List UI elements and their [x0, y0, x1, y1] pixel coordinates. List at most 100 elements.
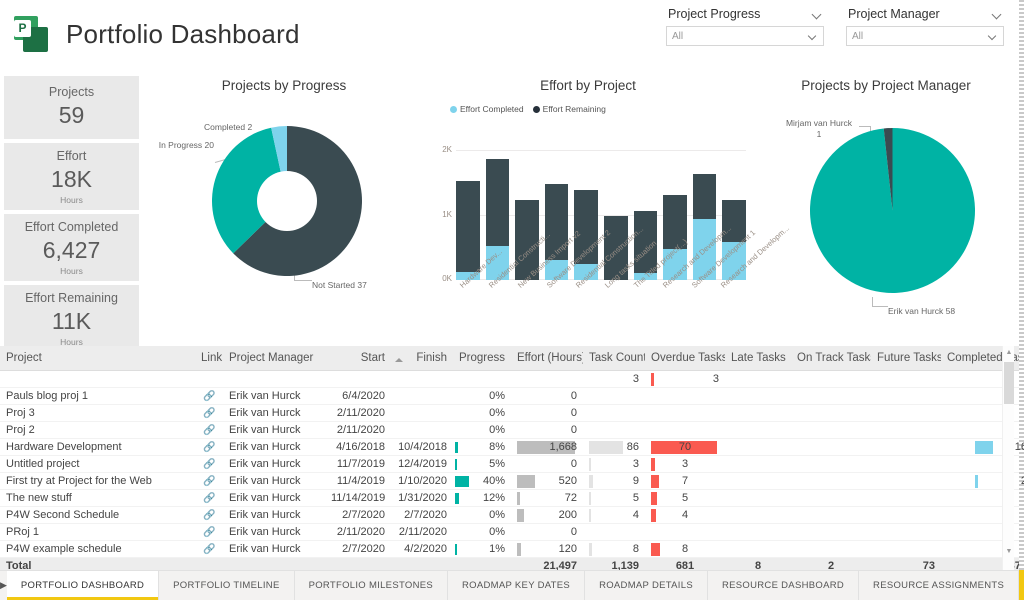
- slicer-project-manager-dropdown[interactable]: All: [846, 26, 1004, 46]
- cell-project-manager: Erik van Hurck: [223, 472, 325, 489]
- bar-segment-effort-remaining[interactable]: [693, 174, 717, 219]
- table-row[interactable]: P4W example schedule🔗Erik van Hurck2/7/2…: [0, 540, 1024, 557]
- column-header-link[interactable]: Link: [195, 346, 223, 370]
- chart-projects-by-project-manager[interactable]: Projects by Project Manager Mirjam van H…: [752, 78, 1020, 340]
- column-header-start[interactable]: Start: [325, 346, 391, 370]
- slicer-project-progress-dropdown[interactable]: All: [666, 26, 824, 46]
- kpi-card-effort-completed[interactable]: Effort Completed 6,427 Hours: [4, 214, 139, 281]
- page-scrollbar[interactable]: [1019, 0, 1024, 600]
- link-icon[interactable]: 🔗: [203, 392, 215, 401]
- tab-portfolio-milestones[interactable]: PORTFOLIO MILESTONES: [295, 571, 448, 600]
- table-row[interactable]: Hardware Development🔗Erik van Hurck4/16/…: [0, 438, 1024, 455]
- link-icon[interactable]: 🔗: [203, 511, 215, 520]
- column-header-finish[interactable]: Finish: [391, 346, 453, 370]
- link-icon[interactable]: 🔗: [203, 460, 215, 469]
- donut-ring[interactable]: [212, 126, 362, 276]
- tab-resource-dashboard[interactable]: RESOURCE DASHBOARD: [708, 571, 859, 600]
- column-header-project-manager[interactable]: Project Manager: [223, 346, 325, 370]
- table-row[interactable]: Proj 2🔗Erik van Hurck2/11/20200%0: [0, 421, 1024, 438]
- link-icon[interactable]: 🔗: [203, 443, 215, 452]
- tab-scroll-right-icon[interactable]: ▶: [0, 571, 7, 600]
- column-header-future-tasks[interactable]: Future Tasks: [871, 346, 941, 370]
- table-vertical-scrollbar[interactable]: ▲ ▼: [1002, 346, 1014, 570]
- link-icon[interactable]: 🔗: [203, 494, 215, 503]
- pie-svg: [810, 128, 975, 293]
- chevron-down-icon[interactable]: [993, 10, 1002, 19]
- chart-projects-by-progress[interactable]: Projects by Progress Completed 2 In Prog…: [144, 78, 424, 340]
- scroll-up-icon[interactable]: ▲: [1005, 349, 1013, 357]
- kpi-card-effort-remaining[interactable]: Effort Remaining 11K Hours: [4, 285, 139, 352]
- column-header-project[interactable]: Project: [0, 346, 195, 370]
- kpi-card-projects[interactable]: Projects 59: [4, 76, 139, 139]
- project-icon-letter: P: [14, 20, 31, 37]
- scrollbar-thumb[interactable]: [1004, 362, 1014, 404]
- slicer-project-manager[interactable]: Project Manager All: [846, 4, 1004, 46]
- table-row[interactable]: The new stuff🔗Erik van Hurck11/14/20191/…: [0, 489, 1024, 506]
- cell-project[interactable]: Pauls blog proj 1: [0, 387, 195, 404]
- table-row[interactable]: PRoj 1🔗Erik van Hurck2/11/20202/11/20200…: [0, 523, 1024, 540]
- progress-bar: [455, 442, 458, 453]
- cell-link[interactable]: 🔗: [195, 523, 223, 540]
- table-row[interactable]: P4W Second Schedule🔗Erik van Hurck2/7/20…: [0, 506, 1024, 523]
- column-header-task-count[interactable]: Task Count: [583, 346, 645, 370]
- link-icon[interactable]: 🔗: [203, 528, 215, 537]
- cell-link[interactable]: 🔗: [195, 421, 223, 438]
- cell-link[interactable]: 🔗: [195, 472, 223, 489]
- cell-project[interactable]: P4W example schedule: [0, 540, 195, 557]
- table-row[interactable]: Pauls blog proj 1🔗Erik van Hurck6/4/2020…: [0, 387, 1024, 404]
- cell-on-track-tasks: [791, 421, 871, 438]
- column-header-effort-hours[interactable]: Effort (Hours): [511, 346, 583, 370]
- cell-link[interactable]: 🔗: [195, 506, 223, 523]
- pie-circle[interactable]: [810, 128, 975, 293]
- cell-link[interactable]: 🔗: [195, 404, 223, 421]
- slicer-project-progress[interactable]: Project Progress All: [666, 4, 824, 46]
- column-header-overdue-tasks[interactable]: Overdue Tasks: [645, 346, 725, 370]
- cell-project[interactable]: PRoj 1: [0, 523, 195, 540]
- table-body: 33Pauls blog proj 1🔗Erik van Hurck6/4/20…: [0, 370, 1024, 574]
- legend-item-effort-completed[interactable]: Effort Completed: [450, 104, 524, 114]
- link-icon[interactable]: 🔗: [203, 477, 215, 486]
- bar-column[interactable]: [456, 150, 480, 280]
- link-icon[interactable]: 🔗: [203, 409, 215, 418]
- cell-link[interactable]: 🔗: [195, 489, 223, 506]
- table-row[interactable]: Untitled project🔗Erik van Hurck11/7/2019…: [0, 455, 1024, 472]
- cell-project[interactable]: First try at Project for the Web: [0, 472, 195, 489]
- chevron-down-icon[interactable]: [809, 32, 818, 41]
- leader-line: [872, 297, 873, 307]
- cell-project[interactable]: Untitled project: [0, 455, 195, 472]
- link-icon[interactable]: 🔗: [203, 426, 215, 435]
- tab-resource-assignments[interactable]: RESOURCE ASSIGNMENTS: [859, 571, 1019, 600]
- column-header-late-tasks[interactable]: Late Tasks: [725, 346, 791, 370]
- chart-effort-by-project[interactable]: Effort by Project Effort Completed Effor…: [424, 78, 752, 340]
- chevron-down-icon[interactable]: [813, 10, 822, 19]
- link-icon[interactable]: 🔗: [203, 545, 215, 554]
- legend-item-effort-remaining[interactable]: Effort Remaining: [533, 104, 606, 114]
- tab-portfolio-dashboard[interactable]: PORTFOLIO DASHBOARD: [7, 571, 159, 600]
- table-row[interactable]: Proj 3🔗Erik van Hurck2/11/20200%0: [0, 404, 1024, 421]
- cell-link[interactable]: 🔗: [195, 387, 223, 404]
- scroll-down-icon[interactable]: ▼: [1005, 548, 1013, 556]
- cell-link[interactable]: 🔗: [195, 455, 223, 472]
- bar-segment-effort-remaining[interactable]: [486, 159, 510, 246]
- bar-segment-effort-remaining[interactable]: [456, 181, 480, 272]
- cell-overdue-tasks: 5: [645, 489, 725, 506]
- cell-project[interactable]: Hardware Development: [0, 438, 195, 455]
- kpi-card-effort[interactable]: Effort 18K Hours: [4, 143, 139, 210]
- column-header-progress[interactable]: Progress: [453, 346, 511, 370]
- tab-portfolio-timeline[interactable]: PORTFOLIO TIMELINE: [159, 571, 294, 600]
- table-row[interactable]: First try at Project for the Web 🔗 Erik va…: [0, 472, 1024, 489]
- column-header-on-track-tasks[interactable]: On Track Tasks: [791, 346, 871, 370]
- cell-project[interactable]: Proj 2: [0, 421, 195, 438]
- legend-label: Effort Completed: [460, 104, 524, 114]
- y-axis-tick: 2K: [434, 145, 452, 154]
- chevron-down-icon[interactable]: [989, 32, 998, 41]
- cell-project[interactable]: The new stuff: [0, 489, 195, 506]
- project-table-container[interactable]: Project Link Project Manager Start Finis…: [0, 346, 1024, 570]
- cell-link[interactable]: 🔗: [195, 540, 223, 557]
- cell-project[interactable]: P4W Second Schedule: [0, 506, 195, 523]
- table-row[interactable]: 33: [0, 370, 1024, 387]
- cell-link[interactable]: 🔗: [195, 438, 223, 455]
- cell-project[interactable]: Proj 3: [0, 404, 195, 421]
- tab-roadmap-details[interactable]: ROADMAP DETAILS: [585, 571, 708, 600]
- tab-roadmap-key-dates[interactable]: ROADMAP KEY DATES: [448, 571, 585, 600]
